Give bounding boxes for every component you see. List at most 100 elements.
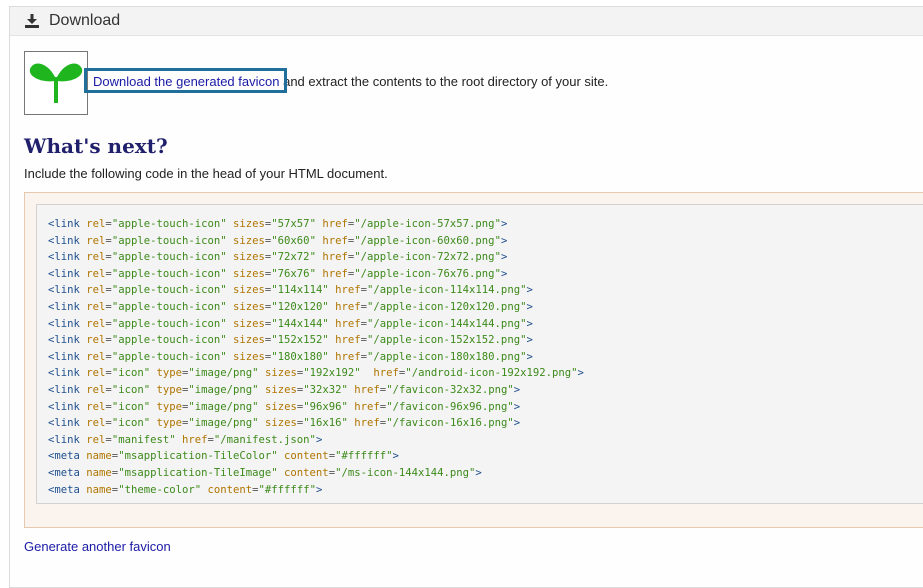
- code-attr-name: href: [354, 417, 380, 430]
- code-attr-value: "60x60": [271, 234, 316, 247]
- code-attr-value: "icon": [111, 417, 151, 430]
- sprout-icon: [29, 63, 83, 103]
- code-line: <link rel="icon" type="image/png" sizes=…: [48, 382, 923, 399]
- code-tag-close: >: [392, 450, 399, 463]
- code-attr-name: rel: [86, 383, 106, 396]
- code-attr-value: "#ffffff": [258, 483, 316, 496]
- html-code-block[interactable]: <link rel="apple-touch-icon" sizes="57x5…: [36, 204, 923, 504]
- download-icon: [25, 14, 39, 28]
- code-attr-value: "57x57": [271, 218, 316, 230]
- code-attr-value: "/apple-icon-60x60.png": [354, 234, 501, 247]
- code-attr-name: href: [322, 234, 348, 247]
- code-line: <link rel="apple-touch-icon" sizes="180x…: [48, 349, 923, 366]
- code-line: <meta name="theme-color" content="#fffff…: [48, 482, 923, 499]
- code-tag: <link: [48, 417, 80, 430]
- code-attr-name: sizes: [233, 334, 265, 347]
- code-attr-value: "32x32": [303, 383, 348, 396]
- code-tag: <meta: [48, 483, 80, 496]
- include-code-intro: Include the following code in the head o…: [24, 166, 388, 181]
- code-tag-close: >: [526, 350, 533, 363]
- code-tag-close: >: [500, 218, 508, 230]
- code-attr-name: rel: [86, 251, 106, 264]
- code-attr-name: href: [322, 251, 348, 264]
- code-tag-close: >: [500, 267, 508, 280]
- code-attr-name: sizes: [233, 267, 265, 280]
- code-attr-name: type: [156, 417, 182, 430]
- code-attr-value: "apple-touch-icon": [111, 218, 227, 230]
- code-tag: <link: [48, 334, 80, 347]
- code-attr-name: sizes: [264, 367, 297, 380]
- code-tag-close: >: [500, 251, 508, 264]
- code-attr-name: href: [335, 284, 361, 297]
- code-tag-close: >: [526, 317, 533, 330]
- code-attr-value: "152x152": [271, 334, 329, 347]
- code-tag-close: >: [513, 383, 521, 396]
- code-tag-close: >: [526, 300, 533, 313]
- download-instruction-rest: and extract the contents to the root dir…: [283, 74, 609, 89]
- code-attr-value: "/favicon-32x32.png": [386, 383, 514, 396]
- code-attr-value: "apple-touch-icon": [111, 267, 227, 280]
- code-attr-name: name: [86, 466, 112, 479]
- code-line: <link rel="apple-touch-icon" sizes="60x6…: [48, 233, 923, 250]
- code-attr-name: rel: [86, 334, 106, 347]
- code-attr-value: "/apple-icon-152x152.png": [367, 334, 527, 347]
- code-attr-name: rel: [86, 234, 106, 247]
- download-panel: Download Download the generated favicon …: [9, 6, 923, 588]
- code-attr-name: sizes: [233, 284, 265, 297]
- code-tag: <link: [48, 267, 80, 280]
- code-attr-value: "/android-icon-192x192.png": [405, 367, 578, 380]
- code-attr-name: href: [335, 317, 361, 330]
- code-attr-value: "apple-touch-icon": [111, 300, 227, 313]
- code-line: <link rel="apple-touch-icon" sizes="152x…: [48, 332, 923, 349]
- code-attr-name: rel: [86, 317, 106, 330]
- code-tag-close: >: [526, 284, 533, 297]
- code-line: <meta name="msapplication-TileImage" con…: [48, 465, 923, 482]
- code-attr-name: href: [335, 350, 361, 363]
- code-tag-close: >: [475, 466, 482, 479]
- code-attr-name: content: [284, 450, 329, 463]
- code-attr-value: "image/png": [188, 400, 259, 413]
- panel-header: Download: [10, 7, 923, 36]
- code-attr-name: href: [367, 367, 399, 380]
- code-tag-close: >: [513, 400, 521, 413]
- code-attr-value: "/apple-icon-114x114.png": [367, 284, 527, 297]
- code-attr-value: "/favicon-16x16.png": [386, 417, 514, 430]
- code-attr-value: "image/png": [188, 383, 259, 396]
- code-line: <link rel="apple-touch-icon" sizes="76x7…: [48, 266, 923, 283]
- code-attr-name: name: [86, 483, 112, 496]
- code-tag-close: >: [315, 483, 323, 496]
- code-attr-value: "/manifest.json": [213, 433, 316, 446]
- code-attr-value: "/apple-icon-144x144.png": [367, 317, 527, 330]
- download-favicon-link[interactable]: Download the generated favicon: [93, 74, 279, 89]
- code-line: <link rel="manifest" href="/manifest.jso…: [48, 432, 923, 449]
- code-attr-name: href: [354, 383, 380, 396]
- code-container: <link rel="apple-touch-icon" sizes="57x5…: [24, 192, 923, 528]
- generate-another-favicon-link[interactable]: Generate another favicon: [24, 539, 171, 554]
- code-attr-name: rel: [86, 300, 106, 313]
- code-tag: <link: [48, 433, 80, 446]
- code-attr-name: name: [86, 450, 112, 463]
- code-line: <link rel="icon" type="image/png" sizes=…: [48, 365, 923, 382]
- code-line: <meta name="msapplication-TileColor" con…: [48, 448, 923, 465]
- code-tag: <link: [48, 350, 80, 363]
- download-instruction: Download the generated favicon and extra…: [93, 74, 608, 89]
- code-tag: <link: [48, 284, 80, 297]
- code-attr-name: sizes: [264, 400, 297, 413]
- code-attr-value: "144x144": [271, 317, 329, 330]
- code-attr-value: "theme-color": [118, 483, 202, 496]
- code-tag-close: >: [526, 334, 533, 347]
- code-attr-value: "manifest": [111, 433, 176, 446]
- code-tag: <link: [48, 367, 80, 380]
- code-attr-name: rel: [86, 218, 106, 230]
- code-tag: <link: [48, 251, 80, 264]
- code-tag-close: >: [500, 234, 508, 247]
- code-line: <link rel="apple-touch-icon" sizes="114x…: [48, 282, 923, 299]
- code-attr-value: "#ffffff": [335, 450, 393, 463]
- code-attr-name: rel: [86, 433, 106, 446]
- code-attr-value: "192x192": [303, 367, 361, 380]
- code-attr-value: "apple-touch-icon": [111, 251, 227, 264]
- code-line: <link rel="apple-touch-icon" sizes="72x7…: [48, 249, 923, 266]
- code-attr-name: href: [335, 300, 361, 313]
- code-tag: <meta: [48, 466, 80, 479]
- code-attr-name: type: [156, 400, 182, 413]
